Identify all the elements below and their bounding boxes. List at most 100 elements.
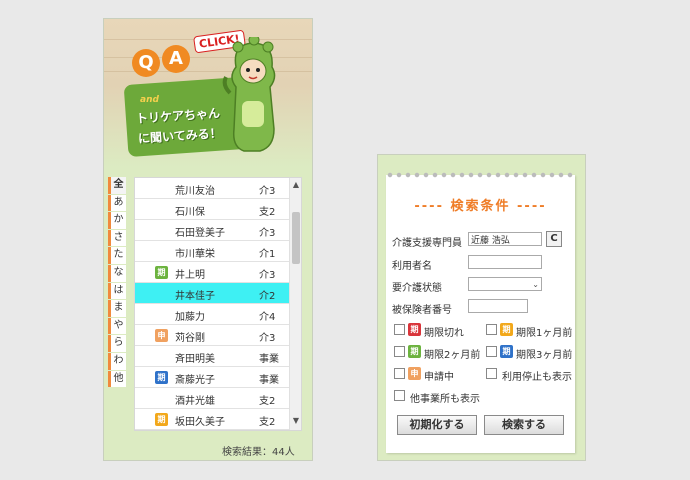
resident-row-selected[interactable]: 井本佳子 介2 [135, 283, 289, 304]
care-level: 介3 [259, 186, 276, 197]
resident-row[interactable]: 市川華栄 介1 [135, 241, 289, 262]
care-level: 介3 [259, 270, 276, 281]
scroll-thumb[interactable] [292, 212, 300, 264]
resident-list: 荒川友治 介3 石川保 支2 石田登美子 介3 市川華栄 介1 期 井上明 介3… [134, 177, 302, 431]
result-count: 検索結果：44人 [222, 447, 295, 458]
search-card: ---- 検索条件 ---- 介護支援専門員 C 利用者名 要介護状態 ⌄ 被保… [386, 175, 575, 453]
other-offices-label: 他事業所も表示 [410, 394, 480, 405]
resident-name: 斉田明美 [175, 354, 215, 365]
resident-name: 苅谷剛 [175, 333, 205, 344]
applying-label: 申請中 [424, 372, 454, 383]
kana-tab-ma[interactable]: ま [108, 300, 126, 317]
insured-number-label: 被保険者番号 [392, 305, 452, 316]
care-level: 支2 [259, 396, 276, 407]
resident-row[interactable]: 酒井光雄 支2 [135, 388, 289, 409]
qa-banner[interactable]: Q A CLICK! and トリケアちゃん に聞いてみる！ [104, 19, 312, 167]
dinosaur-mascot-icon [222, 37, 276, 152]
care-manager-label: 介護支援専門員 [392, 238, 462, 249]
resident-row[interactable]: 斉田明美 事業 [135, 346, 289, 367]
resident-row[interactable]: 申 苅谷剛 介3 [135, 325, 289, 346]
term-badge-icon: 期 [500, 323, 513, 336]
resident-row[interactable]: 石川保 支2 [135, 199, 289, 220]
resident-name: 坂田久美子 [175, 417, 225, 428]
a-bubble: A [162, 45, 190, 73]
other-offices-checkbox[interactable] [394, 390, 405, 401]
care-level: 介1 [259, 249, 276, 260]
scroll-up-arrow-icon[interactable]: ▲ [290, 180, 301, 190]
search-conditions-panel: ---- 検索条件 ---- 介護支援専門員 C 利用者名 要介護状態 ⌄ 被保… [377, 154, 586, 461]
term-badge-icon: 期 [500, 345, 513, 358]
user-name-label: 利用者名 [392, 261, 432, 272]
term-badge-icon: 期 [408, 323, 421, 336]
reset-button[interactable]: 初期化する [397, 415, 477, 435]
resident-name: 市川華栄 [175, 249, 215, 260]
resident-name: 酒井光雄 [175, 396, 215, 407]
care-level: 介3 [259, 228, 276, 239]
two-month-checkbox[interactable] [394, 346, 405, 357]
care-manager-input[interactable] [468, 232, 542, 246]
search-button[interactable]: 検索する [484, 415, 564, 435]
resident-name: 石田登美子 [175, 228, 225, 239]
kana-tab-ha[interactable]: は [108, 282, 126, 300]
term-badge-icon: 期 [155, 413, 168, 426]
clear-button[interactable]: C [546, 231, 562, 247]
resident-name: 井上明 [175, 270, 205, 281]
insured-number-input[interactable] [468, 299, 528, 313]
apply-badge-icon: 申 [408, 367, 421, 380]
applying-checkbox[interactable] [394, 368, 405, 379]
q-bubble: Q [132, 49, 160, 77]
resident-row[interactable]: 石田登美子 介3 [135, 220, 289, 241]
kana-tab-sa[interactable]: さ [108, 229, 126, 247]
care-level: 介4 [259, 312, 276, 323]
care-level: 事業 [259, 375, 279, 386]
resident-name: 荒川友治 [175, 186, 215, 197]
three-month-label: 期限3ヶ月前 [516, 350, 573, 361]
resident-row[interactable]: 期 坂田久美子 支2 [135, 409, 289, 430]
kana-tab-ka[interactable]: か [108, 212, 126, 229]
kana-tab-ta[interactable]: た [108, 247, 126, 264]
care-level: 介2 [259, 291, 276, 302]
kana-tab-ra[interactable]: ら [108, 335, 126, 352]
kana-index-tabs: 全 あ か さ た な は ま や ら わ 他 [108, 177, 128, 388]
two-month-label: 期限2ヶ月前 [424, 350, 481, 361]
term-badge-icon: 期 [155, 371, 168, 384]
scroll-down-arrow-icon[interactable]: ▼ [290, 416, 301, 426]
one-month-checkbox[interactable] [486, 324, 497, 335]
show-suspended-checkbox[interactable] [486, 368, 497, 379]
kana-tab-na[interactable]: な [108, 264, 126, 282]
kana-tab-other[interactable]: 他 [108, 370, 126, 388]
kana-tab-ya[interactable]: や [108, 317, 126, 335]
care-level: 支2 [259, 207, 276, 218]
care-level-label: 要介護状態 [392, 283, 442, 294]
resident-name: 石川保 [175, 207, 205, 218]
user-name-input[interactable] [468, 255, 542, 269]
resident-list-panel: Q A CLICK! and トリケアちゃん に聞いてみる！ 全 あ か さ た… [103, 18, 313, 461]
search-title: ---- 検索条件 ---- [414, 199, 547, 214]
apply-badge-icon: 申 [155, 329, 168, 342]
care-level: 事業 [259, 354, 279, 365]
chevron-down-icon: ⌄ [532, 280, 539, 289]
resident-row[interactable]: 期 井上明 介3 [135, 262, 289, 283]
expired-checkbox[interactable] [394, 324, 405, 335]
care-level: 支2 [259, 417, 276, 428]
care-level-select[interactable]: ⌄ [468, 277, 542, 291]
expired-label: 期限切れ [424, 328, 464, 339]
term-badge-icon: 期 [408, 345, 421, 358]
notepad-spiral [386, 171, 575, 179]
resident-row[interactable]: 期 斎藤光子 事業 [135, 367, 289, 388]
resident-row[interactable]: 加藤力 介4 [135, 304, 289, 325]
list-scrollbar[interactable]: ▲ ▼ [289, 178, 301, 430]
and-text: and [140, 95, 159, 105]
kana-tab-all[interactable]: 全 [108, 177, 126, 194]
three-month-checkbox[interactable] [486, 346, 497, 357]
kana-tab-a[interactable]: あ [108, 194, 126, 212]
resident-name: 斎藤光子 [175, 375, 215, 386]
resident-name: 加藤力 [175, 312, 205, 323]
resident-row[interactable]: 荒川友治 介3 [135, 178, 289, 199]
term-badge-icon: 期 [155, 266, 168, 279]
show-suspended-label: 利用停止も表示 [502, 372, 572, 383]
care-level: 介3 [259, 333, 276, 344]
resident-name: 井本佳子 [175, 291, 215, 302]
list-area: 全 あ か さ た な は ま や ら わ 他 荒川友治 介3 石川保 支2 石… [108, 177, 306, 431]
kana-tab-wa[interactable]: わ [108, 352, 126, 370]
